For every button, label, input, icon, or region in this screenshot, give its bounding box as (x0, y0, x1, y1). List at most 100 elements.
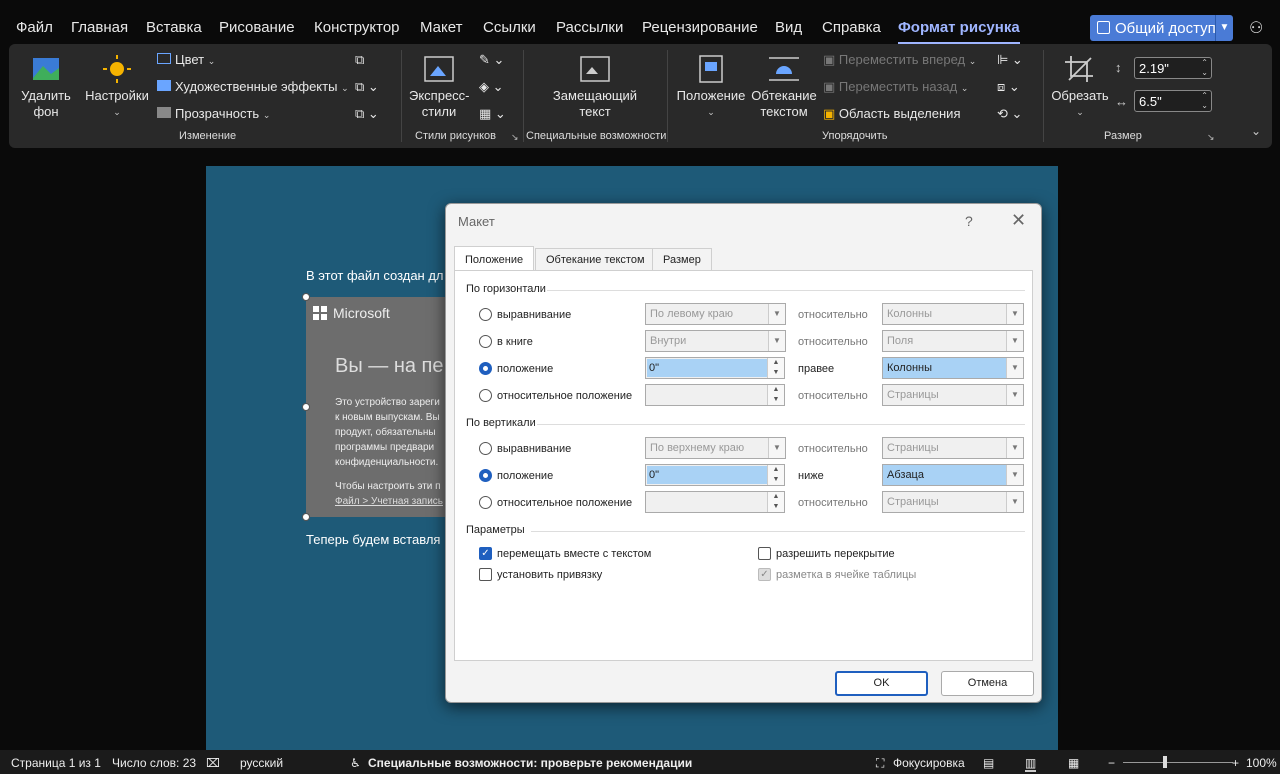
web-layout-icon[interactable]: ▦ (1068, 756, 1079, 770)
share-dropdown[interactable]: ▼ (1215, 15, 1233, 41)
position-button[interactable]: Положение ⌄ (675, 54, 747, 120)
word-count[interactable]: Число слов: 23 (112, 756, 196, 770)
zoom-in-icon[interactable]: + (1232, 756, 1239, 770)
h-position-relative-select[interactable]: Колонны ▼ (882, 357, 1024, 379)
h-position-radio[interactable] (479, 362, 492, 375)
color-button[interactable]: Цвет ⌄ (157, 52, 215, 67)
zoom-out-icon[interactable]: − (1108, 756, 1115, 770)
h-relative-position-radio[interactable] (479, 389, 492, 402)
width-input[interactable]: 6.5" ⌃ ⌄ (1134, 90, 1212, 112)
h-alignment-radio[interactable] (479, 308, 492, 321)
styles-launcher-icon[interactable]: ↘ (511, 132, 519, 143)
tab-file[interactable]: Файл (16, 19, 53, 36)
focus-mode[interactable]: Фокусировка (893, 756, 965, 770)
tab-references[interactable]: Ссылки (483, 19, 536, 36)
v-relative-position-radio[interactable] (479, 496, 492, 509)
spinner-icon[interactable]: ▲ ▼ (767, 385, 784, 405)
h-position-input[interactable]: 0" ▲ ▼ (645, 357, 785, 379)
compress-pictures-icon[interactable]: ⧉ (355, 52, 364, 68)
v-alignment-relative-select[interactable]: Страницы ▼ (882, 437, 1024, 459)
selection-pane-button[interactable]: ▣ Область выделения (823, 106, 960, 122)
tab-text-wrapping[interactable]: Обтекание текстом (535, 248, 656, 271)
tab-view[interactable]: Вид (775, 19, 802, 36)
tab-layout[interactable]: Макет (420, 19, 462, 36)
ok-button[interactable]: OK (835, 671, 928, 696)
h-alignment-select[interactable]: По левому краю ▼ (645, 303, 786, 325)
picture-heading: Вы — на пе (335, 355, 444, 377)
v-position-relative-select[interactable]: Абзаца ▼ (882, 464, 1024, 486)
focus-icon[interactable]: ⛶ (876, 756, 884, 771)
tab-size[interactable]: Размер (652, 248, 712, 271)
share-button[interactable]: Общий доступ ▼ (1090, 15, 1233, 41)
wrap-text-button[interactable]: Обтекание текстом (749, 54, 819, 120)
h-relative-position-input[interactable]: ▲ ▼ (645, 384, 785, 406)
v-position-input[interactable]: 0" ▲ ▼ (645, 464, 785, 486)
tab-mailings[interactable]: Рассылки (556, 19, 623, 36)
language[interactable]: русский (240, 756, 283, 770)
alt-text-button[interactable]: Замещающий текст (549, 54, 641, 120)
move-with-text-checkbox[interactable]: ✓ (479, 547, 492, 560)
tab-position[interactable]: Положение (454, 246, 535, 272)
quick-styles-button[interactable]: Экспресс-стили (405, 54, 473, 120)
rotate-icon[interactable]: ⟲ ⌄ (997, 106, 1022, 122)
picture-effects-icon[interactable]: ◈ ⌄ (479, 79, 504, 95)
h-relative-relative-select[interactable]: Страницы ▼ (882, 384, 1024, 406)
tab-review[interactable]: Рецензирование (642, 19, 758, 36)
picture-layout-icon[interactable]: ▦ ⌄ (479, 106, 506, 122)
h-alignment-relative-select[interactable]: Колонны ▼ (882, 303, 1024, 325)
size-launcher-icon[interactable]: ↘ (1207, 132, 1215, 143)
tab-insert[interactable]: Вставка (146, 19, 202, 36)
send-backward-button[interactable]: ▣ Переместить назад ⌄ (823, 79, 968, 95)
crop-button[interactable]: Обрезать ⌄ (1049, 54, 1111, 120)
v-relative-position-input[interactable]: ▲ ▼ (645, 491, 785, 513)
tab-home[interactable]: Главная (71, 19, 128, 36)
change-picture-icon[interactable]: ⧉ ⌄ (355, 79, 379, 95)
lock-anchor-checkbox[interactable] (479, 568, 492, 581)
corrections-button[interactable]: Настройки ⌄ (83, 54, 151, 120)
remove-background-button[interactable]: Удалить фон (17, 54, 75, 120)
picture-border-icon[interactable]: ✎ ⌄ (479, 52, 504, 68)
transparency-button[interactable]: Прозрачность ⌄ (157, 106, 270, 121)
height-input[interactable]: 2.19" ⌃ ⌄ (1134, 57, 1212, 79)
read-mode-icon[interactable]: ▤ (983, 756, 994, 770)
comments-icon[interactable]: ⚇ (1249, 18, 1263, 38)
v-relative-relative-select[interactable]: Страницы ▼ (882, 491, 1024, 513)
artistic-effects-button[interactable]: Художественные эффекты ⌄ (157, 79, 349, 94)
group-objects-icon[interactable]: ⧈ ⌄ (997, 79, 1020, 95)
proofing-icon[interactable]: ⌧ (206, 756, 220, 770)
zoom-level[interactable]: 100% (1246, 756, 1277, 770)
reset-picture-icon[interactable]: ⧉ ⌄ (355, 106, 379, 122)
allow-overlap-checkbox[interactable] (758, 547, 771, 560)
resize-handle[interactable] (302, 513, 310, 521)
close-icon[interactable]: ✕ (1011, 210, 1026, 231)
tab-picture-format[interactable]: Формат рисунка (898, 19, 1020, 45)
spinner-icon[interactable]: ▲ ▼ (767, 465, 784, 485)
tab-help[interactable]: Справка (822, 19, 881, 36)
tab-draw[interactable]: Рисование (219, 19, 295, 36)
h-book-layout-radio[interactable] (479, 335, 492, 348)
collapse-ribbon-icon[interactable]: ⌄ (1251, 124, 1261, 138)
resize-handle[interactable] (302, 293, 310, 301)
print-layout-icon[interactable]: ▥ (1025, 756, 1037, 772)
accessibility-status[interactable]: Специальные возможности: проверьте реком… (368, 756, 692, 770)
spinner-icon[interactable]: ▲ ▼ (767, 358, 784, 378)
h-book-relative-select[interactable]: Поля ▼ (882, 330, 1024, 352)
v-alignment-select[interactable]: По верхнему краю ▼ (645, 437, 786, 459)
h-book-layout-select[interactable]: Внутри ▼ (645, 330, 786, 352)
bring-forward-button[interactable]: ▣ Переместить вперед ⌄ (823, 52, 976, 68)
bring-forward-icon: ▣ (823, 52, 836, 67)
v-alignment-radio[interactable] (479, 442, 492, 455)
zoom-slider[interactable] (1123, 762, 1233, 763)
cancel-button[interactable]: Отмена (941, 671, 1034, 696)
resize-handle[interactable] (302, 403, 310, 411)
spinner-icon[interactable]: ▲ ▼ (767, 492, 784, 512)
page-count[interactable]: Страница 1 из 1 (11, 756, 101, 770)
accessibility-icon[interactable]: ♿ (350, 756, 361, 770)
v-position-radio[interactable] (479, 469, 492, 482)
align-icon[interactable]: ⊫ ⌄ (997, 52, 1023, 68)
selected-picture[interactable]: Microsoft Вы — на пе Это устройство заре… (306, 297, 454, 517)
zoom-slider-thumb[interactable] (1163, 756, 1167, 768)
layout-in-table-cell-checkbox[interactable]: ✓ (758, 568, 771, 581)
tab-design[interactable]: Конструктор (314, 19, 400, 36)
help-icon[interactable]: ? (965, 213, 973, 229)
